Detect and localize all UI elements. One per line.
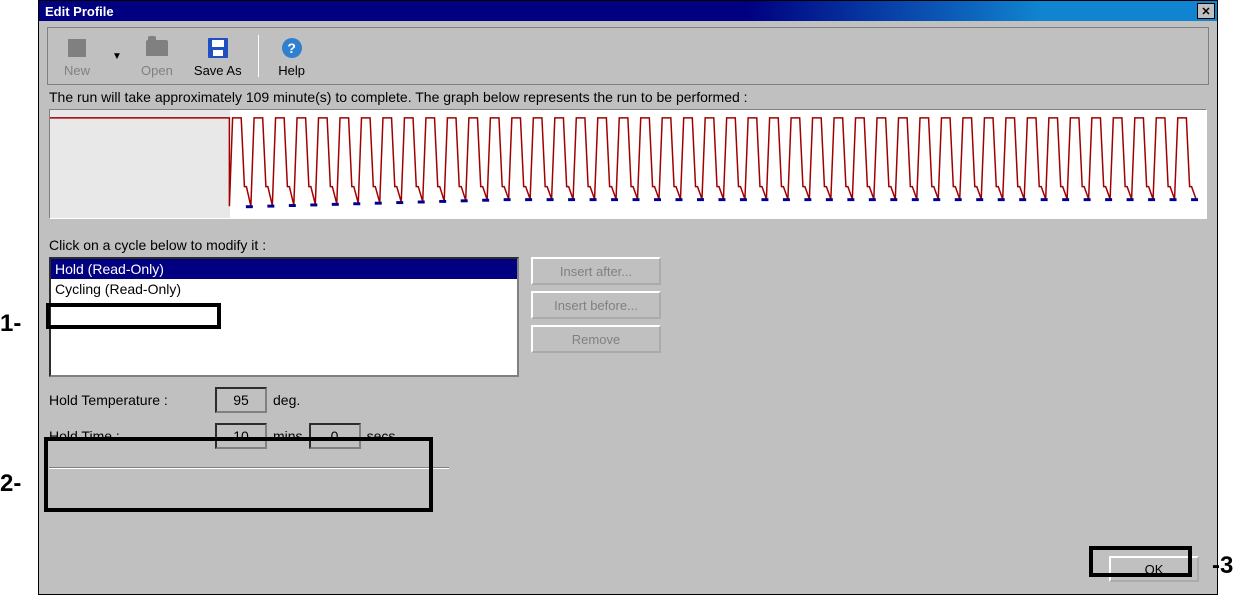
close-button[interactable]: ✕ — [1197, 3, 1215, 19]
titlebar: Edit Profile ✕ — [39, 1, 1217, 21]
hold-time-label: Hold Time : — [49, 428, 209, 444]
hold-time-sec-unit: secs — [367, 428, 396, 444]
remove-button[interactable]: Remove — [531, 325, 661, 353]
run-info-text: The run will take approximately 109 minu… — [49, 89, 1207, 105]
close-icon: ✕ — [1201, 5, 1210, 18]
hold-time-sec-input[interactable]: 0 — [309, 423, 361, 449]
new-button[interactable]: New — [52, 33, 102, 80]
hold-temp-unit: deg. — [273, 392, 300, 408]
help-icon: ? — [279, 35, 305, 61]
hold-temp-label: Hold Temperature : — [49, 392, 209, 408]
open-icon — [144, 35, 170, 61]
new-icon — [64, 35, 90, 61]
list-item[interactable]: Hold (Read-Only) — [51, 259, 517, 279]
hold-temp-input[interactable]: 95 — [215, 387, 267, 413]
ok-button[interactable]: OK — [1109, 556, 1199, 582]
edit-profile-window: Edit Profile ✕ New ▼ Open Save As ? Help… — [38, 0, 1218, 595]
profile-graph — [49, 109, 1207, 219]
hold-time-min-unit: mins — [273, 428, 303, 444]
callout-2-label: 2- — [0, 470, 21, 498]
toolbar-separator — [258, 35, 259, 77]
cycle-list[interactable]: Hold (Read-Only) Cycling (Read-Only) — [49, 257, 519, 377]
save-icon — [205, 35, 231, 61]
graph-svg — [50, 110, 1206, 218]
list-item[interactable]: Cycling (Read-Only) — [51, 279, 517, 299]
new-dropdown-icon[interactable]: ▼ — [106, 51, 128, 62]
window-title: Edit Profile — [41, 4, 1197, 19]
insert-after-button[interactable]: Insert after... — [531, 257, 661, 285]
save-as-button[interactable]: Save As — [186, 33, 250, 80]
callout-3-label: -3 — [1212, 552, 1233, 580]
open-button[interactable]: Open — [132, 33, 182, 80]
hold-parameters: Hold Temperature : 95 deg. Hold Time : 1… — [49, 387, 1207, 449]
modify-cycle-label: Click on a cycle below to modify it : — [49, 237, 1207, 253]
hold-time-min-input[interactable]: 10 — [215, 423, 267, 449]
help-button[interactable]: ? Help — [267, 33, 317, 80]
toolbar: New ▼ Open Save As ? Help — [47, 27, 1209, 85]
separator-line — [49, 467, 449, 469]
callout-1-label: 1- — [0, 310, 21, 338]
insert-before-button[interactable]: Insert before... — [531, 291, 661, 319]
